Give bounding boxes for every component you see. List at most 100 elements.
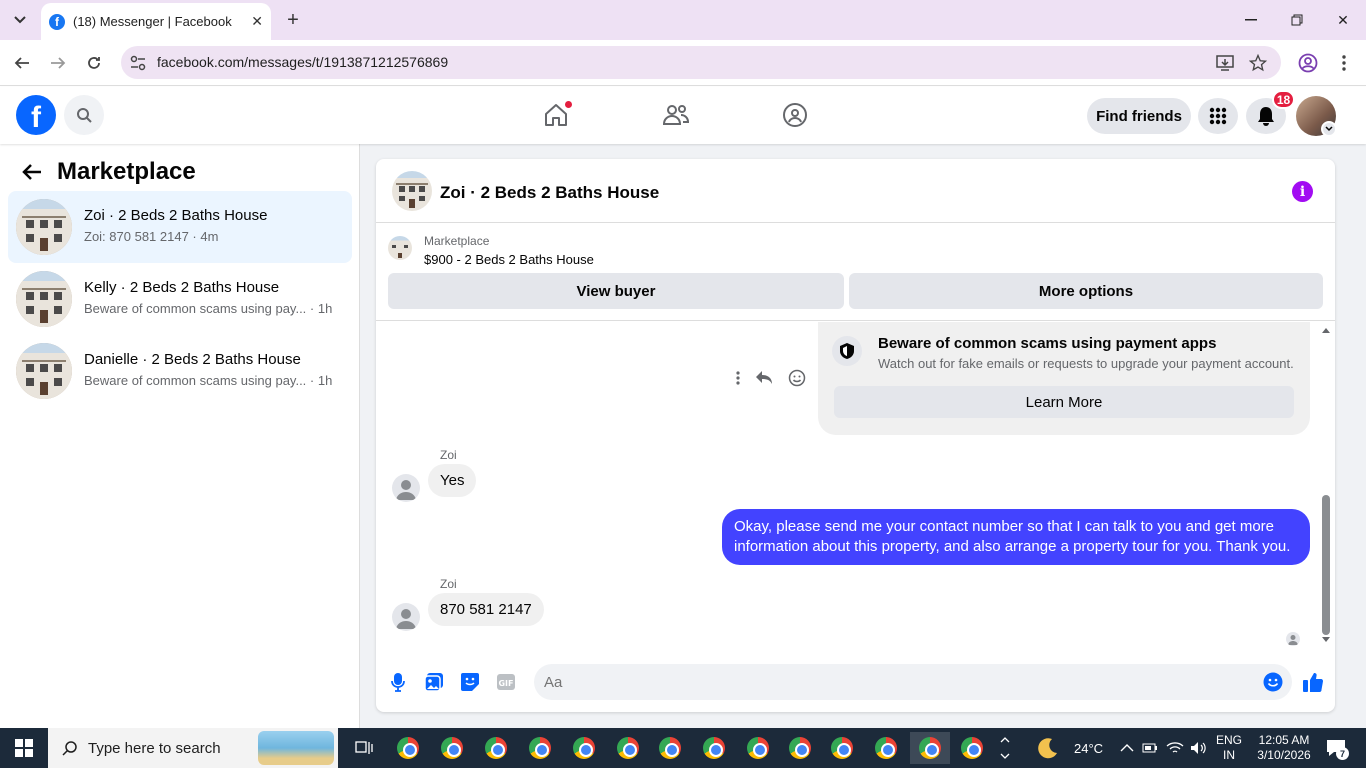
- listing-price-title[interactable]: $900 - 2 Beds 2 Baths House: [424, 252, 594, 267]
- minimize-icon[interactable]: [1228, 0, 1274, 40]
- seen-indicator-avatar: [1286, 632, 1300, 646]
- taskbar-search-box[interactable]: Type here to search: [48, 728, 338, 768]
- reload-icon[interactable]: [82, 51, 106, 75]
- clock[interactable]: 12:05 AM 3/10/2026: [1254, 728, 1314, 768]
- site-info-icon[interactable]: [129, 54, 147, 72]
- sticker-icon[interactable]: [458, 670, 482, 694]
- chrome-taskbar-icon[interactable]: [520, 732, 560, 764]
- bookmark-star-icon[interactable]: [1248, 53, 1268, 73]
- conversation-name: Zoi · 2 Beds 2 Baths House: [84, 207, 268, 224]
- forward-icon[interactable]: [46, 51, 70, 75]
- battery-icon[interactable]: [1142, 741, 1160, 755]
- more-icon[interactable]: [736, 371, 740, 385]
- chrome-taskbar-icon[interactable]: [866, 732, 906, 764]
- photo-icon[interactable]: [422, 670, 446, 694]
- groups-icon[interactable]: [777, 97, 813, 133]
- chrome-taskbar-icon[interactable]: [780, 732, 820, 764]
- message-bubble-outgoing[interactable]: Okay, please send me your contact number…: [722, 509, 1310, 565]
- conversation-snippet: Beware of common scams using pay... · 1h: [84, 373, 333, 388]
- chat-title[interactable]: Zoi · 2 Beds 2 Baths House: [440, 183, 659, 203]
- chrome-taskbar-icon[interactable]: [822, 732, 862, 764]
- weather-temp: 24°C: [1074, 740, 1104, 756]
- react-emoji-icon[interactable]: [788, 369, 806, 387]
- message-bubble-incoming[interactable]: 870 581 2147: [428, 593, 544, 626]
- shield-icon: [832, 336, 862, 366]
- chrome-taskbar-icon[interactable]: [432, 732, 472, 764]
- browser-toolbar: facebook.com/messages/t/1913871212576869: [0, 40, 1366, 86]
- svg-text:GIF: GIF: [498, 679, 513, 688]
- address-bar[interactable]: facebook.com/messages/t/1913871212576869: [121, 46, 1281, 79]
- windows-start-icon[interactable]: [0, 728, 48, 768]
- more-options-button[interactable]: More options: [849, 273, 1323, 309]
- view-buyer-button[interactable]: View buyer: [388, 273, 844, 309]
- message-input[interactable]: [534, 664, 1292, 700]
- action-center-icon[interactable]: 7: [1322, 728, 1350, 768]
- learn-more-button[interactable]: Learn More: [834, 386, 1294, 418]
- sender-avatar[interactable]: [392, 474, 420, 502]
- install-app-icon[interactable]: [1215, 53, 1235, 73]
- conversation-snippet: Zoi: 870 581 2147 · 4m: [84, 229, 219, 244]
- find-friends-button[interactable]: Find friends: [1087, 98, 1191, 134]
- chrome-taskbar-icon[interactable]: [388, 732, 428, 764]
- listing-mini-thumbnail: [388, 236, 412, 260]
- wifi-icon[interactable]: [1166, 741, 1184, 755]
- chrome-taskbar-icon[interactable]: [476, 732, 516, 764]
- gif-icon[interactable]: GIF: [494, 670, 518, 694]
- account-chevron-down-icon[interactable]: [1321, 121, 1337, 137]
- conversation-item[interactable]: Kelly · 2 Beds 2 Baths House Beware of c…: [8, 263, 352, 335]
- menu-grid-icon[interactable]: [1198, 98, 1238, 134]
- chrome-taskbar-icon[interactable]: [608, 732, 648, 764]
- url-text: facebook.com/messages/t/1913871212576869: [157, 54, 449, 70]
- tab-close-icon[interactable]: ✕: [251, 13, 263, 30]
- action-center-badge: 7: [1336, 747, 1349, 760]
- friends-icon[interactable]: [658, 97, 694, 133]
- listing-thumbnail: [16, 343, 72, 399]
- conversation-item[interactable]: Zoi · 2 Beds 2 Baths House Zoi: 870 581 …: [8, 191, 352, 263]
- reply-icon[interactable]: [755, 370, 773, 386]
- tab-search-dropdown-icon[interactable]: [6, 8, 34, 32]
- chrome-taskbar-icon[interactable]: [694, 732, 734, 764]
- taskbar-overflow-arrows-icon[interactable]: [996, 732, 1014, 764]
- tab-title: (18) Messenger | Facebook: [73, 14, 232, 29]
- new-tab-icon[interactable]: +: [282, 8, 304, 32]
- scroll-down-icon[interactable]: [1321, 636, 1331, 644]
- language-text: ENG: [1216, 733, 1243, 747]
- show-hidden-icons-icon[interactable]: [1120, 743, 1134, 753]
- weather-widget[interactable]: 24°C: [1036, 728, 1103, 768]
- browser-menu-icon[interactable]: [1332, 51, 1356, 75]
- language-indicator[interactable]: ENG IN: [1216, 728, 1242, 768]
- restore-icon[interactable]: [1274, 0, 1320, 40]
- back-icon[interactable]: [10, 51, 34, 75]
- scrollbar-thumb[interactable]: [1322, 495, 1330, 635]
- chrome-taskbar-icon[interactable]: [952, 732, 992, 764]
- chrome-taskbar-icon-active[interactable]: [910, 732, 950, 764]
- message-bubble-incoming[interactable]: Yes: [428, 464, 477, 497]
- window-close-icon[interactable]: ✕: [1320, 0, 1366, 40]
- marketplace-listing-box: Marketplace $900 - 2 Beds 2 Baths House …: [376, 224, 1335, 321]
- chrome-taskbar-icon[interactable]: [650, 732, 690, 764]
- chat-panel: Zoi · 2 Beds 2 Baths House i Marketplace…: [376, 159, 1335, 712]
- scam-warning-body: Watch out for fake emails or requests to…: [878, 356, 1294, 371]
- back-arrow-icon[interactable]: [20, 160, 44, 184]
- info-icon[interactable]: i: [1292, 181, 1313, 202]
- sender-avatar[interactable]: [392, 603, 420, 631]
- facebook-favicon-icon: f: [49, 13, 65, 30]
- scroll-up-icon[interactable]: [1321, 326, 1331, 334]
- facebook-logo-icon[interactable]: f: [16, 95, 56, 135]
- browser-tab-active[interactable]: f (18) Messenger | Facebook ✕: [41, 3, 271, 40]
- volume-icon[interactable]: [1190, 741, 1208, 755]
- conversation-item[interactable]: Danielle · 2 Beds 2 Baths House Beware o…: [8, 335, 352, 407]
- system-tray-icons: [1120, 728, 1208, 768]
- sender-name: Zoi: [440, 448, 457, 462]
- message-actions: [736, 367, 806, 389]
- home-notification-dot: [564, 100, 573, 109]
- microphone-icon[interactable]: [386, 670, 410, 694]
- like-thumbs-up-icon[interactable]: [1301, 670, 1325, 694]
- profile-icon[interactable]: [1296, 51, 1320, 75]
- chrome-taskbar-icon[interactable]: [564, 732, 604, 764]
- chrome-taskbar-icon[interactable]: [738, 732, 778, 764]
- task-view-icon[interactable]: [344, 732, 384, 764]
- emoji-icon[interactable]: [1261, 670, 1285, 694]
- chat-listing-thumbnail[interactable]: [392, 171, 432, 211]
- search-icon[interactable]: [64, 95, 104, 135]
